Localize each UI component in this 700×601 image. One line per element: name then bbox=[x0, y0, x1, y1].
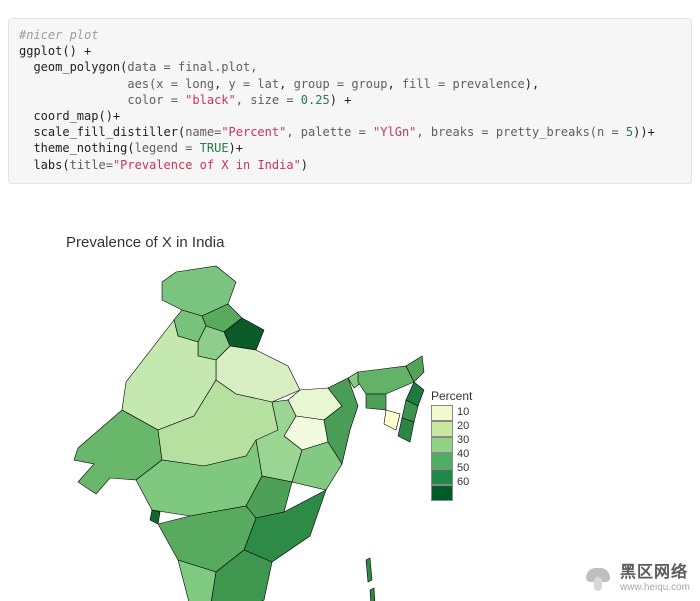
watermark-title: 黑区网络 bbox=[620, 564, 690, 582]
legend-tick: 10 bbox=[457, 405, 469, 419]
code-tok: scale_fill_distiller bbox=[33, 125, 178, 139]
choropleth-plot: Prevalence of X in India bbox=[66, 234, 586, 601]
code-tok: geom_polygon bbox=[33, 60, 120, 74]
region-an bbox=[366, 558, 372, 582]
legend-tick: 40 bbox=[457, 447, 469, 461]
legend-tick: 30 bbox=[457, 433, 469, 447]
region-an2 bbox=[370, 588, 375, 601]
code-tok: labs bbox=[33, 158, 62, 172]
r-code-block: #nicer plot ggplot() + geom_polygon(data… bbox=[8, 18, 692, 184]
region-mz bbox=[398, 418, 414, 442]
legend-swatch bbox=[431, 469, 453, 485]
legend-swatch bbox=[431, 485, 453, 501]
legend-swatches bbox=[431, 405, 453, 501]
code-tok: coord_map bbox=[33, 109, 98, 123]
region-ga bbox=[150, 510, 160, 524]
legend-tick: 20 bbox=[457, 419, 469, 433]
legend: Percent 10 20 30 40 50 60 bbox=[431, 389, 472, 501]
legend-swatch bbox=[431, 405, 453, 421]
region-ml bbox=[366, 394, 386, 410]
india-map bbox=[66, 260, 426, 601]
legend-swatch bbox=[431, 453, 453, 469]
watermark: 黑区网络 www.heiqu.com bbox=[584, 564, 690, 593]
region-tr bbox=[384, 410, 400, 430]
watermark-url: www.heiqu.com bbox=[620, 582, 690, 593]
code-tok: theme_nothing bbox=[33, 141, 127, 155]
legend-tick: 50 bbox=[457, 461, 469, 475]
plot-title: Prevalence of X in India bbox=[66, 234, 586, 251]
legend-tick: 60 bbox=[457, 475, 469, 489]
code-comment: #nicer plot bbox=[19, 28, 98, 42]
legend-labels: 10 20 30 40 50 60 bbox=[457, 405, 469, 501]
legend-swatch bbox=[431, 421, 453, 437]
legend-title: Percent bbox=[431, 389, 472, 403]
code-tok: ggplot bbox=[19, 44, 62, 58]
mushroom-icon bbox=[584, 565, 612, 593]
region-as bbox=[358, 366, 414, 394]
legend-swatch bbox=[431, 437, 453, 453]
